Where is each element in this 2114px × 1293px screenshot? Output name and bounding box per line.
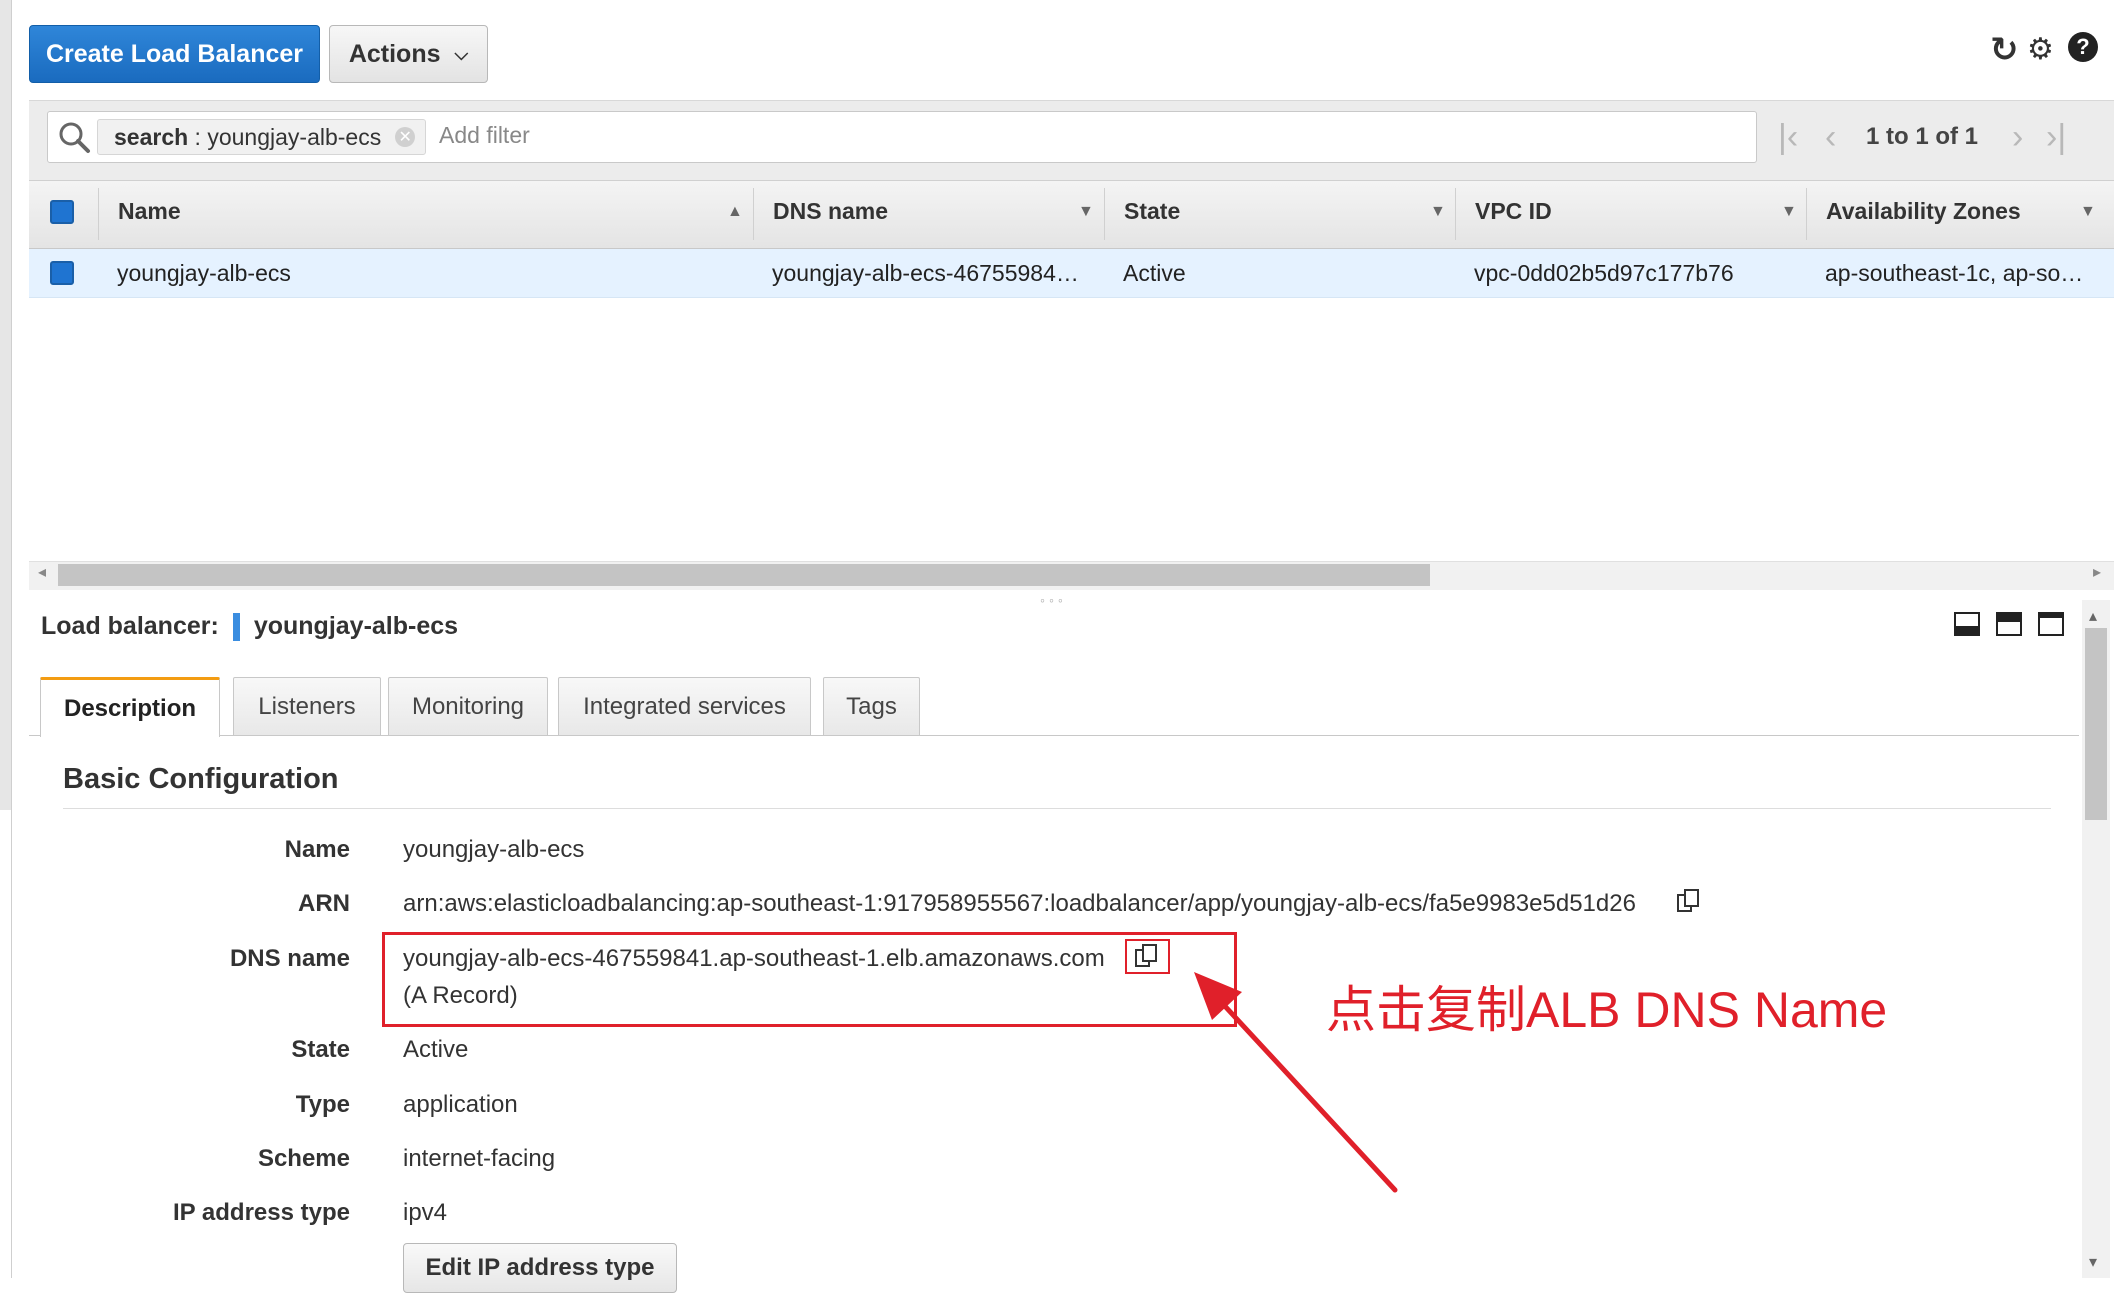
token-separator: : [188, 123, 208, 150]
field-label-state: State [291, 1036, 350, 1063]
detail-label: Load balancer: [41, 612, 219, 640]
panel-resize-handle[interactable]: ◦◦◦ [1040, 592, 1067, 608]
pagination-text: 1 to 1 of 1 [1866, 123, 1979, 150]
column-header-dns-name[interactable]: DNS name [773, 198, 888, 225]
help-icon[interactable]: ? [2068, 32, 2098, 62]
tab-listeners[interactable]: Listeners [233, 677, 381, 735]
field-label-name: Name [284, 836, 350, 863]
tab-baseline [29, 735, 2079, 736]
field-label-type: Type [295, 1091, 350, 1118]
column-divider [1104, 188, 1105, 240]
column-header-availability-zones[interactable]: Availability Zones [1826, 198, 2021, 225]
section-title: Basic Configuration [63, 763, 339, 795]
field-value-ip-address-type: ipv4 [403, 1199, 448, 1226]
column-header-state[interactable]: State [1124, 198, 1180, 225]
tab-monitoring[interactable]: Monitoring [388, 677, 548, 735]
tab-integrated-services[interactable]: Integrated services [558, 677, 811, 735]
annotation-highlight-box [382, 932, 1237, 1027]
column-header-name[interactable]: Name [118, 198, 181, 225]
scroll-left-icon[interactable]: ◂ [38, 562, 46, 582]
create-load-balancer-button[interactable]: Create Load Balancer [29, 25, 320, 83]
sort-ascending-icon[interactable]: ▲ [727, 203, 743, 221]
column-divider [1806, 188, 1807, 240]
column-divider [98, 188, 99, 240]
last-page-icon[interactable]: ›| [2046, 118, 2066, 157]
column-divider [753, 188, 754, 240]
tab-description[interactable]: Description [40, 677, 220, 737]
token-key: search [114, 123, 189, 150]
detail-load-balancer-name: youngjay-alb-ecs [253, 612, 459, 640]
layout-split-icon[interactable] [1996, 612, 2022, 636]
next-page-icon[interactable]: › [2012, 118, 2023, 157]
field-label-ip-address-type: IP address type [173, 1199, 350, 1226]
sort-down-icon[interactable]: ▼ [1430, 203, 1446, 221]
first-page-icon[interactable]: |‹ [1778, 118, 1798, 157]
previous-page-icon[interactable]: ‹ [1825, 118, 1836, 157]
field-value-scheme: internet-facing [403, 1145, 556, 1172]
search-filter-token[interactable]: search : youngjay-alb-ecs ✕ [97, 119, 427, 155]
page-edge [0, 0, 12, 810]
edit-ip-address-type-button[interactable]: Edit IP address type [403, 1243, 677, 1293]
search-icon [59, 122, 90, 153]
field-value-name: youngjay-alb-ecs [403, 836, 585, 863]
detail-panel-title: Load balancer: youngjay-alb-ecs [41, 612, 458, 641]
remove-token-icon[interactable]: ✕ [395, 127, 416, 147]
scroll-right-icon[interactable]: ▸ [2093, 562, 2101, 582]
cell-dns-name: youngjay-alb-ecs-46755984… [772, 260, 1079, 286]
field-label-scheme: Scheme [257, 1145, 350, 1172]
field-value-state: Active [403, 1036, 469, 1063]
field-label-dns-name: DNS name [229, 945, 350, 972]
actions-label: Actions [348, 39, 441, 68]
cell-vpc-id: vpc-0dd02b5d97c177b76 [1474, 260, 1734, 286]
actions-dropdown-button[interactable]: Actions ⌵ [329, 25, 488, 83]
tab-tags[interactable]: Tags [823, 677, 920, 735]
layout-bottom-icon[interactable] [1954, 612, 1980, 636]
copy-arn-icon[interactable] [1676, 888, 1700, 914]
field-value-type: application [403, 1091, 518, 1118]
sort-down-icon[interactable]: ▼ [1078, 203, 1094, 221]
field-value-arn: arn:aws:elasticloadbalancing:ap-southeas… [403, 890, 1636, 917]
cell-state: Active [1123, 260, 1186, 286]
scroll-up-icon[interactable]: ▴ [2089, 606, 2097, 626]
annotation-text: 点击复制ALB DNS Name [1326, 982, 1888, 1038]
section-divider [63, 808, 2051, 809]
title-accent-bar [232, 612, 240, 641]
token-value: youngjay-alb-ecs [207, 123, 382, 150]
field-label-arn: ARN [298, 890, 350, 917]
select-all-checkbox[interactable] [50, 200, 74, 224]
scroll-down-icon[interactable]: ▾ [2089, 1252, 2097, 1272]
table-header [29, 180, 2114, 249]
column-divider [1455, 188, 1456, 240]
gear-icon[interactable]: ⚙ [2027, 32, 2054, 67]
layout-full-icon[interactable] [2038, 612, 2064, 636]
annotation-copy-highlight [1125, 939, 1170, 974]
sort-down-icon[interactable]: ▼ [1781, 203, 1797, 221]
horizontal-scrollbar-thumb[interactable] [58, 564, 1430, 586]
refresh-icon[interactable]: ↻ [1990, 30, 2019, 70]
add-filter-placeholder[interactable]: Add filter [439, 122, 530, 149]
column-header-vpc-id[interactable]: VPC ID [1475, 198, 1552, 225]
chevron-down-icon: ⌵ [454, 43, 469, 64]
cell-name: youngjay-alb-ecs [117, 260, 291, 286]
sort-down-icon[interactable]: ▼ [2080, 203, 2096, 221]
vertical-scrollbar-thumb[interactable] [2085, 628, 2107, 820]
row-checkbox[interactable] [50, 261, 74, 285]
cell-availability-zones: ap-southeast-1c, ap-so… [1825, 260, 2084, 286]
